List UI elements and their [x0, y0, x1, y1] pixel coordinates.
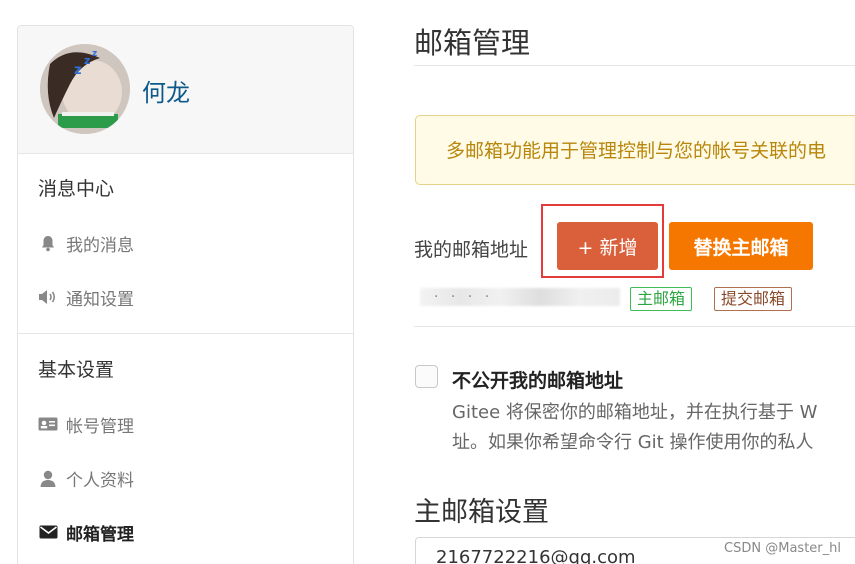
email-address-label: 我的邮箱地址 [414, 239, 529, 261]
blurred-email-text: · · · · [434, 289, 494, 305]
avatar[interactable]: z z z [40, 44, 130, 134]
primary-email-settings-title: 主邮箱设置 [414, 497, 549, 528]
title-divider [414, 65, 855, 66]
sidebar-item-label: 邮箱管理 [66, 524, 134, 545]
svg-text:z: z [74, 63, 82, 78]
section-title-basic-settings: 基本设置 [38, 359, 115, 381]
sidebar-item-my-messages[interactable]: 我的消息 [18, 216, 353, 270]
username[interactable]: 何龙 [142, 73, 190, 108]
envelope-icon [38, 522, 58, 542]
speaker-icon [38, 287, 58, 307]
add-email-button[interactable]: + 新增 [557, 222, 658, 270]
bell-icon [38, 233, 58, 253]
sidebar-item-email-management[interactable]: 邮箱管理 [18, 505, 353, 559]
info-notice: 多邮箱功能用于管理控制与您的帐号关联的电 [415, 115, 855, 185]
main-content: 邮箱管理 多邮箱功能用于管理控制与您的帐号关联的电 我的邮箱地址 + 新增 替换… [414, 0, 855, 564]
private-email-description: Gitee 将保密你的邮箱地址，并在执行基于 W 址。如果你希望命令行 Git … [452, 398, 855, 458]
private-email-description-line-2: 址。如果你希望命令行 Git 操作使用你的私人 [452, 432, 814, 453]
svg-text:z: z [92, 49, 97, 59]
user-icon [38, 468, 58, 488]
section-title-message-center: 消息中心 [38, 178, 115, 200]
sidebar-item-label: 我的消息 [66, 235, 134, 256]
svg-text:z: z [84, 54, 90, 67]
private-email-label[interactable]: 不公开我的邮箱地址 [452, 366, 623, 393]
sidebar-divider [18, 333, 353, 334]
profile-header: z z z 何龙 [18, 26, 353, 154]
settings-sidebar: z z z 何龙 消息中心 我的消息 通知设置 基本设置 帐号管理 个人资料 邮… [17, 25, 354, 564]
replace-primary-email-button[interactable]: 替换主邮箱 [669, 222, 813, 270]
private-email-checkbox[interactable] [415, 365, 438, 388]
page-title: 邮箱管理 [414, 26, 531, 60]
sidebar-item-label: 帐号管理 [66, 416, 134, 437]
sidebar-item-label: 个人资料 [66, 470, 134, 491]
sidebar-item-profile[interactable]: 个人资料 [18, 451, 353, 505]
watermark: CSDN @Master_hl [724, 541, 841, 556]
sidebar-item-account-management[interactable]: 帐号管理 [18, 397, 353, 451]
id-card-icon [38, 414, 58, 434]
sidebar-item-label: 通知设置 [66, 289, 134, 310]
private-email-description-line-1: Gitee 将保密你的邮箱地址，并在执行基于 W [452, 402, 818, 423]
sidebar-item-notification-settings[interactable]: 通知设置 [18, 270, 353, 324]
primary-email-tag: 主邮箱 [630, 287, 693, 311]
email-list-divider [414, 326, 855, 327]
submit-email-tag: 提交邮箱 [714, 287, 793, 311]
